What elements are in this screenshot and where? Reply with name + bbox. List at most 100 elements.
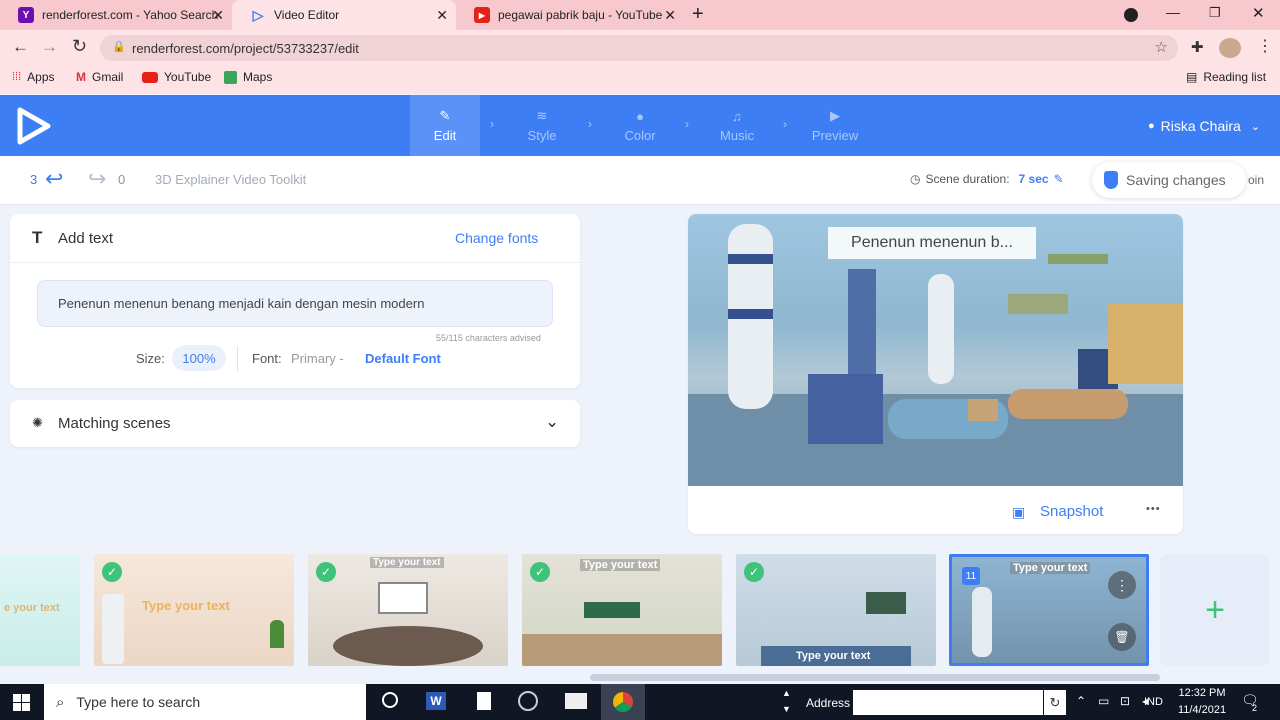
matching-scenes-panel[interactable]: ✺ Matching scenes ⌄ — [10, 400, 580, 447]
scene-text-overlay[interactable]: Penenun menenun b... — [828, 227, 1036, 259]
step-preview[interactable]: ▶ Preview — [800, 95, 870, 156]
avatar[interactable] — [1219, 38, 1241, 58]
project-name[interactable]: 3D Explainer Video Toolkit — [155, 172, 306, 187]
scene-thumb-5[interactable]: ✓ Type your text — [736, 554, 936, 666]
undo-count: 3 — [30, 172, 38, 187]
scene-menu-icon[interactable]: ⋮ — [1108, 571, 1136, 599]
close-icon[interactable]: ✕ — [436, 7, 448, 24]
user-menu[interactable]: ● Riska Chaira ⌄ — [1148, 118, 1260, 134]
check-icon: ✓ — [530, 562, 550, 582]
reload-icon[interactable]: ↻ — [72, 36, 87, 57]
size-label: Size: — [136, 351, 165, 366]
step-edit[interactable]: ✎ Edit — [410, 95, 480, 156]
window-close-icon[interactable]: ✕ — [1252, 4, 1265, 22]
bookmark-label: Apps — [27, 70, 55, 84]
chevron-down-icon[interactable]: ⌄ — [545, 412, 559, 432]
go-refresh-icon[interactable]: ↻ — [1044, 690, 1066, 715]
profile-menu-icon[interactable] — [1124, 8, 1138, 22]
bookmark-maps[interactable]: Maps — [224, 70, 272, 84]
step-label: Edit — [433, 128, 457, 143]
app-circle-icon[interactable] — [518, 691, 538, 711]
scene-number-badge: 11 — [962, 567, 980, 585]
scroll-arrows-icon[interactable]: ▲ ▼ — [782, 685, 791, 717]
battery-icon: ▭ — [1098, 694, 1110, 708]
chrome-menu-icon[interactable]: ⋮ — [1257, 36, 1273, 56]
forward-icon[interactable]: → — [41, 37, 58, 57]
close-icon[interactable]: ✕ — [212, 7, 224, 24]
new-tab-button[interactable]: + — [692, 3, 704, 26]
youtube-icon — [142, 71, 158, 83]
search-icon: ⌕ — [56, 693, 65, 711]
more-options-icon[interactable]: ••• — [1146, 503, 1161, 515]
scene-thumb-3[interactable]: ✓ Type your text — [308, 554, 508, 666]
add-scene-button[interactable]: + — [1160, 554, 1270, 666]
minimize-icon[interactable]: — — [1166, 4, 1180, 20]
file-icon[interactable] — [477, 692, 491, 710]
snapshot-button[interactable]: Snapshot — [1040, 503, 1103, 520]
undo-icon[interactable]: ↩ — [45, 166, 63, 192]
char-count-hint: 55/115 characters advised — [436, 333, 541, 343]
step-music[interactable]: ♫ Music — [702, 95, 772, 156]
redo-icon[interactable]: ↪ — [88, 166, 106, 192]
gmail-icon: M — [76, 70, 86, 84]
check-icon: ✓ — [316, 562, 336, 582]
trash-icon[interactable]: 🗑 — [1108, 623, 1136, 651]
matching-scenes-title: Matching scenes — [58, 415, 171, 432]
step-style[interactable]: ≋ Style — [507, 95, 577, 156]
scene-thumb-6-active[interactable]: 11 Type your text ⋮ 🗑 — [949, 554, 1149, 666]
clock-time[interactable]: 12:32 PM — [1176, 687, 1228, 699]
font-selector[interactable]: Default Font — [365, 351, 441, 366]
windows-start-icon[interactable] — [13, 694, 30, 716]
tab-title: pegawai pabrik baju - YouTube — [498, 8, 663, 22]
tank-graphic — [972, 587, 992, 657]
search-placeholder: Type here to search — [76, 694, 201, 710]
bookmark-youtube[interactable]: YouTube — [142, 70, 211, 84]
show-hidden-icons[interactable]: ⌃ — [1076, 694, 1086, 708]
join-link-partial[interactable]: oin — [1248, 173, 1264, 187]
scene-thumb-4[interactable]: ✓ Type your text — [522, 554, 722, 666]
step-color[interactable]: ● Color — [605, 95, 675, 156]
scene-thumb-2[interactable]: ✓ Type your text — [94, 554, 294, 666]
extensions-icon[interactable]: ✚ — [1191, 38, 1204, 56]
thumb-text: Type your text — [370, 557, 444, 568]
size-selector[interactable]: 100% — [172, 345, 226, 371]
chevron-right-icon: › — [490, 117, 494, 131]
close-icon[interactable]: ✕ — [664, 7, 676, 24]
user-name: Riska Chaira — [1160, 118, 1241, 134]
bookmark-label: YouTube — [164, 70, 212, 84]
bookmark-gmail[interactable]: M Gmail — [76, 70, 123, 84]
address-toolbar-input[interactable] — [853, 690, 1043, 715]
bookmark-apps[interactable]: ⁞⁞⁞ Apps — [12, 70, 55, 84]
browser-tab-yahoo[interactable]: Y renderforest.com - Yahoo Search ✕ — [0, 0, 232, 30]
url-text: renderforest.com/project/53733237/edit — [132, 40, 359, 56]
scene-duration[interactable]: ◷ Scene duration: 7 sec ✎ — [910, 172, 1064, 186]
clock-date[interactable]: 11/4/2021 — [1176, 704, 1228, 716]
word-icon[interactable]: W — [426, 692, 446, 710]
chrome-taskbar-button[interactable] — [601, 684, 645, 720]
thumb-text: Type your text — [796, 650, 871, 662]
back-icon[interactable]: ← — [12, 37, 29, 57]
network-icon[interactable]: ⊡ — [1120, 694, 1130, 708]
cortana-icon[interactable] — [382, 692, 398, 708]
reading-list-button[interactable]: ▤ Reading list — [1186, 70, 1266, 84]
scene-thumb-1[interactable]: e your text — [0, 554, 80, 666]
lock-icon: 🔒 — [112, 41, 126, 53]
url-input[interactable]: 🔒 renderforest.com/project/53733237/edit… — [100, 35, 1178, 61]
input-language[interactable]: IND — [1144, 696, 1163, 708]
thumb-text: e your text — [4, 602, 60, 614]
play-icon: ▶ — [830, 108, 840, 123]
chevron-right-icon: › — [685, 117, 689, 131]
browser-tab-video-editor[interactable]: ▷ Video Editor ✕ — [232, 0, 456, 30]
taskbar-search[interactable]: ⌕ Type here to search — [44, 684, 366, 720]
renderforest-icon: ▷ — [252, 6, 264, 23]
change-fonts-link[interactable]: Change fonts — [455, 230, 538, 246]
renderforest-logo[interactable] — [16, 106, 52, 151]
restore-icon[interactable]: ❐ — [1209, 5, 1221, 21]
image-icon: ▣ — [1012, 504, 1026, 520]
scene-text-input[interactable]: Penenun menenun benang menjadi kain deng… — [37, 280, 553, 327]
clapper-icon[interactable] — [565, 693, 587, 709]
clock-icon: ◷ — [910, 172, 921, 186]
timeline-scrollbar[interactable] — [590, 674, 1160, 681]
browser-tab-youtube[interactable]: ▶ pegawai pabrik baju - YouTube ✕ — [456, 0, 684, 30]
bookmark-star-icon[interactable]: ☆ — [1155, 38, 1168, 56]
